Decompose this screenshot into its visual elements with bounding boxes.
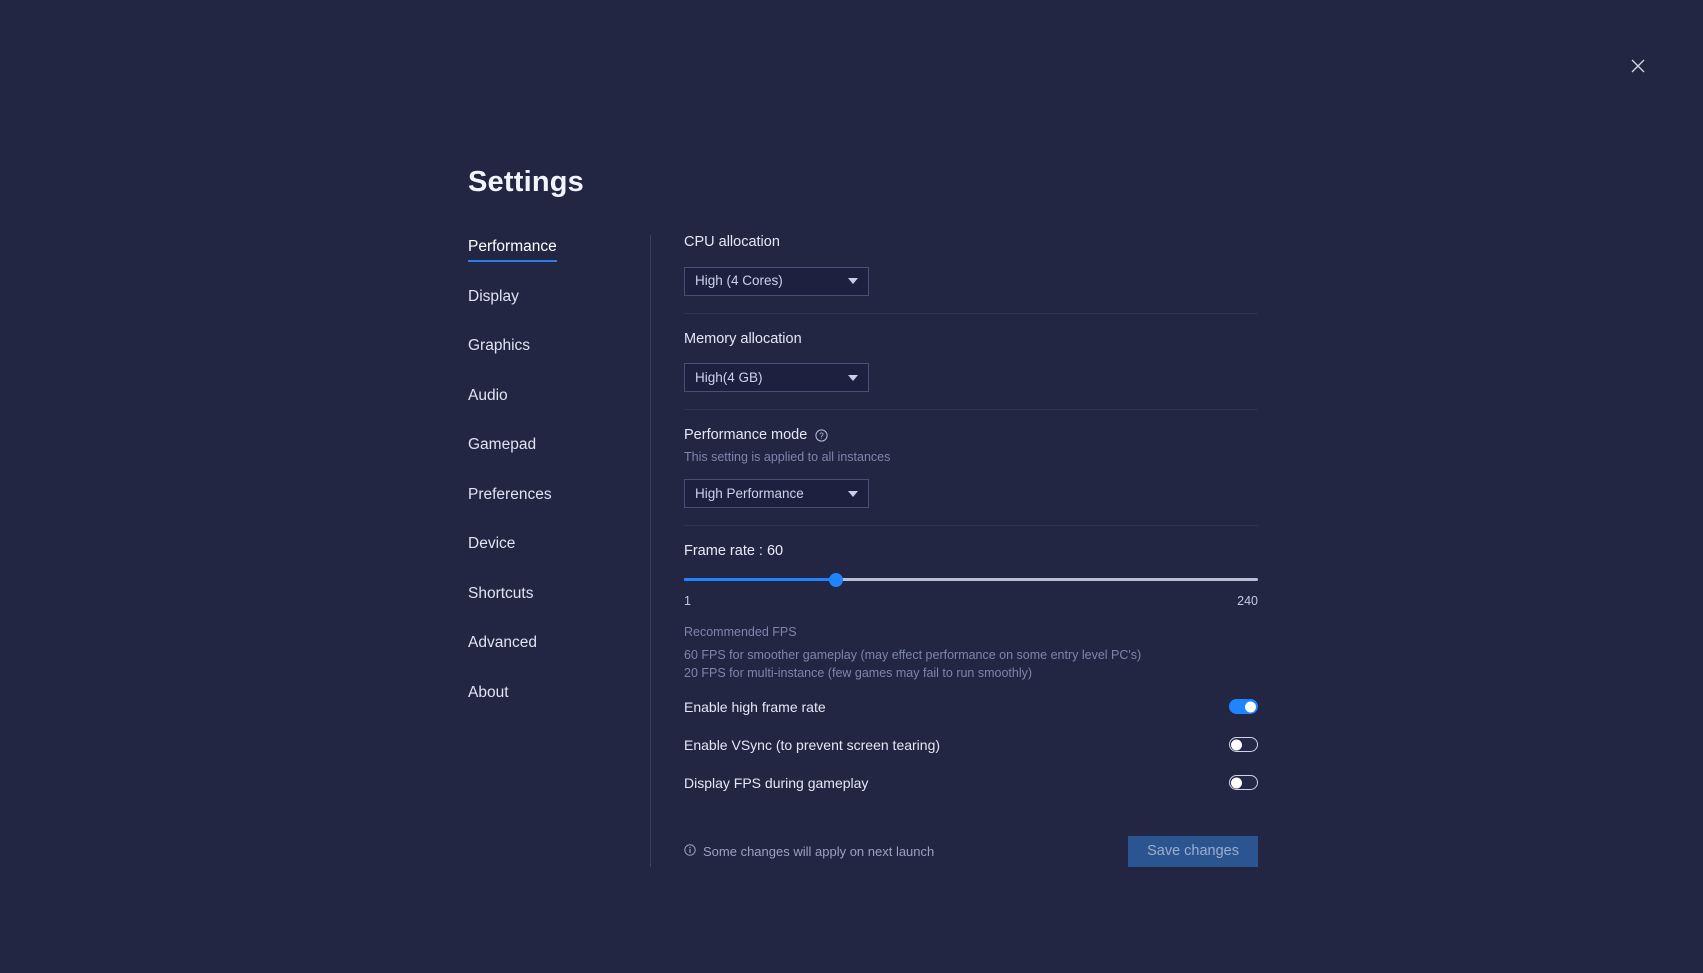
memory-allocation-value: High(4 GB): [695, 369, 763, 385]
sidebar-divider: [650, 235, 651, 867]
cpu-allocation-section: CPU allocation High (4 Cores): [684, 235, 1258, 314]
sidebar-item-performance[interactable]: Performance: [468, 239, 557, 262]
frame-rate-slider-fill: [684, 578, 836, 581]
sidebar-item-display[interactable]: Display: [468, 288, 519, 312]
cpu-allocation-select[interactable]: High (4 Cores): [684, 266, 869, 296]
toggle-label-vsync: Enable VSync (to prevent screen tearing): [684, 736, 941, 753]
toggle-knob: [1245, 701, 1256, 713]
memory-allocation-select[interactable]: High(4 GB): [684, 363, 869, 392]
question-circle-icon[interactable]: ?: [815, 429, 828, 442]
toggle-vsync[interactable]: [1229, 737, 1258, 753]
page-title: Settings: [468, 166, 584, 198]
footer-note: Some changes will apply on next launch: [684, 844, 934, 858]
frame-rate-slider-thumb[interactable]: [828, 572, 843, 587]
chevron-down-icon: [848, 490, 858, 497]
memory-allocation-section: Memory allocation High(4 GB): [684, 330, 1258, 410]
footer-note-text: Some changes will apply on next launch: [703, 843, 935, 859]
memory-allocation-label: Memory allocation: [684, 330, 802, 347]
performance-mode-description: This setting is applied to all instances: [684, 449, 891, 464]
toggle-row-display-fps: Display FPS during gameplay: [684, 770, 1258, 796]
chevron-down-icon: [848, 374, 858, 381]
frame-rate-min-label: 1: [684, 593, 691, 608]
settings-sidebar: Performance Display Graphics Audio Gamep…: [468, 235, 650, 733]
recommended-fps-title: Recommended FPS: [684, 625, 797, 639]
info-icon: [684, 844, 696, 858]
sidebar-item-about[interactable]: About: [468, 684, 509, 708]
sidebar-item-preferences[interactable]: Preferences: [468, 486, 552, 510]
svg-text:?: ?: [820, 431, 825, 440]
toggle-label-high-frame-rate: Enable high frame rate: [684, 698, 826, 715]
toggle-knob: [1231, 777, 1242, 789]
settings-footer: Some changes will apply on next launch S…: [684, 835, 1258, 867]
sidebar-item-graphics[interactable]: Graphics: [468, 338, 530, 361]
toggle-row-vsync: Enable VSync (to prevent screen tearing): [684, 732, 1258, 758]
frame-rate-slider[interactable]: [684, 572, 1258, 587]
frame-rate-section: Frame rate : 60 1 240 Recommended FPS 60…: [684, 544, 1258, 682]
cpu-allocation-label: CPU allocation: [684, 234, 780, 250]
performance-mode-select[interactable]: High Performance: [684, 479, 869, 508]
toggle-knob: [1231, 739, 1242, 751]
close-icon: [1631, 59, 1645, 73]
settings-content: CPU allocation High (4 Cores) Memory all…: [684, 235, 1258, 867]
performance-mode-section: Performance mode ? This setting is appli…: [684, 428, 1258, 526]
toggle-row-high-frame-rate: Enable high frame rate: [684, 694, 1258, 720]
performance-mode-label-row: Performance mode ?: [684, 428, 1258, 443]
toggle-label-display-fps: Display FPS during gameplay: [684, 774, 869, 791]
sidebar-item-shortcuts[interactable]: Shortcuts: [468, 585, 533, 609]
save-changes-button[interactable]: Save changes: [1128, 835, 1258, 867]
chevron-down-icon: [848, 278, 858, 284]
toggle-display-fps[interactable]: [1229, 775, 1258, 791]
frame-rate-label: Frame rate : 60: [684, 543, 784, 559]
recommended-fps-description: 60 FPS for smoother gameplay (may effect…: [684, 647, 1142, 680]
sidebar-item-device[interactable]: Device: [468, 536, 515, 559]
close-window-button[interactable]: [1624, 52, 1652, 80]
settings-body: Performance Display Graphics Audio Gamep…: [468, 235, 1258, 867]
frame-rate-max-label: 240: [1237, 593, 1258, 608]
sidebar-item-gamepad[interactable]: Gamepad: [468, 437, 536, 460]
settings-panel: Settings Performance Display Graphics Au…: [468, 168, 1258, 867]
sidebar-item-audio[interactable]: Audio: [468, 387, 508, 411]
toggle-high-frame-rate[interactable]: [1229, 699, 1258, 715]
cpu-allocation-value: High (4 Cores): [695, 273, 783, 289]
frame-rate-scale: 1 240: [684, 593, 1258, 608]
toggle-list: Enable high frame rate Enable VSync (to …: [684, 694, 1258, 796]
sidebar-item-advanced[interactable]: Advanced: [468, 635, 537, 658]
performance-mode-value: High Performance: [695, 485, 804, 501]
performance-mode-label: Performance mode: [684, 427, 808, 443]
